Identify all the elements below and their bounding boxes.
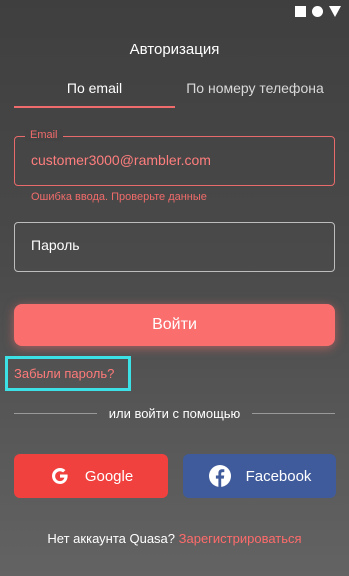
email-error-message: Ошибка ввода. Проверьте данные (31, 191, 207, 203)
signup-link[interactable]: Зарегистрироваться (179, 531, 302, 546)
triangle-icon (329, 6, 341, 17)
tab-phone[interactable]: По номеру телефона (175, 80, 335, 96)
password-field[interactable] (14, 222, 335, 272)
google-button-label: Google (84, 467, 134, 485)
forgot-password-link[interactable]: Забыли пароль? (14, 366, 114, 381)
signup-question: Нет аккаунта Quasa? (47, 531, 176, 546)
divider-label: или войти с помощью (108, 405, 241, 421)
google-login-button[interactable]: Google (14, 454, 168, 498)
email-field[interactable]: Email customer3000@rambler.com (14, 129, 335, 186)
login-button[interactable]: Войти (14, 304, 335, 346)
auth-tabs: По email По номеру телефона (14, 80, 335, 108)
circle-icon (312, 6, 323, 17)
signup-prompt: Нет аккаунта Quasa? Зарегистрироваться (0, 531, 349, 546)
email-field-label: Email (25, 129, 63, 141)
square-icon (295, 6, 306, 17)
divider-line-right (252, 412, 336, 414)
status-bar (295, 6, 341, 17)
facebook-icon (208, 465, 231, 487)
facebook-login-button[interactable]: Facebook (183, 454, 336, 498)
google-icon (51, 468, 68, 484)
tab-email[interactable]: По email (14, 80, 175, 96)
password-input[interactable] (31, 237, 321, 253)
active-tab-indicator (14, 106, 175, 108)
social-divider: или войти с помощью (14, 403, 336, 423)
divider-line-left (14, 412, 97, 414)
facebook-button-label: Facebook (245, 467, 312, 485)
email-field-value[interactable]: customer3000@rambler.com (31, 152, 211, 168)
page-title: Авторизация (129, 41, 220, 58)
